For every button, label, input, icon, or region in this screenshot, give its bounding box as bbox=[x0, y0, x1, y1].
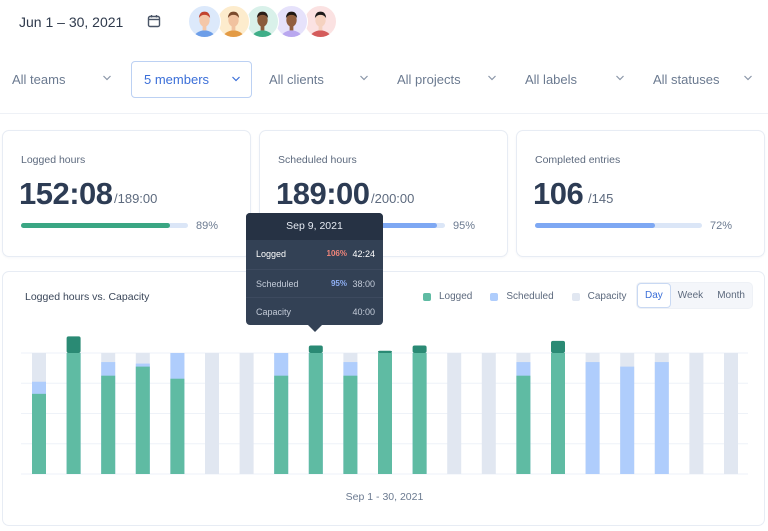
tooltip-row-value: 42:24 bbox=[352, 249, 375, 259]
progress-bar bbox=[535, 223, 702, 228]
filter-label: 5 members bbox=[144, 72, 210, 87]
capacity-bar[interactable] bbox=[205, 353, 219, 474]
stat-label: Completed entries bbox=[535, 154, 621, 166]
logged-bar[interactable] bbox=[135, 366, 150, 474]
chevron-down-icon bbox=[232, 76, 240, 82]
capacity-bar[interactable] bbox=[447, 353, 462, 474]
logged-bar[interactable] bbox=[66, 353, 81, 474]
tooltip-row: Capacity 40:00 bbox=[246, 297, 383, 326]
avatar-illustration-icon bbox=[252, 11, 273, 37]
logged-overtime-bar[interactable] bbox=[308, 345, 323, 353]
logged-bar[interactable] bbox=[516, 375, 531, 474]
logged-bar[interactable] bbox=[551, 353, 565, 474]
filter-dropdown[interactable]: All projects bbox=[385, 61, 507, 98]
date-range[interactable]: Jun 1 – 30, 2021 bbox=[19, 14, 123, 30]
avatar-illustration-icon bbox=[281, 11, 302, 37]
stat-percent: 72% bbox=[710, 220, 733, 232]
filter-dropdown[interactable]: All teams bbox=[0, 61, 122, 98]
avatar-illustration-icon bbox=[310, 11, 331, 37]
capacity-bar[interactable] bbox=[239, 353, 254, 474]
member-avatars bbox=[188, 5, 337, 39]
progress-bar bbox=[21, 223, 188, 228]
filter-label: All clients bbox=[269, 72, 324, 87]
avatar[interactable] bbox=[304, 5, 337, 38]
top-bar: Jun 1 – 30, 2021 bbox=[0, 0, 768, 46]
capacity-bar[interactable] bbox=[689, 353, 704, 474]
stat-label: Logged hours bbox=[21, 154, 86, 166]
avatar[interactable] bbox=[246, 5, 279, 38]
progress-fill bbox=[21, 223, 170, 228]
scheduled-bar[interactable] bbox=[585, 362, 600, 474]
filter-label: All statuses bbox=[653, 72, 720, 87]
divider bbox=[0, 113, 768, 114]
avatar-illustration-icon bbox=[223, 11, 244, 37]
stat-total: /145 bbox=[588, 191, 614, 206]
chevron-down-icon bbox=[103, 75, 111, 81]
stat-label: Scheduled hours bbox=[278, 154, 357, 166]
logged-bar[interactable] bbox=[378, 353, 392, 474]
filter-bar: All teams 5 members All clients All proj… bbox=[0, 60, 768, 100]
chart-x-label: Sep 1 - 30, 2021 bbox=[345, 491, 424, 503]
logged-overtime-bar[interactable] bbox=[551, 340, 565, 353]
tooltip-row-percent: 95% bbox=[330, 278, 347, 288]
logged-bar[interactable] bbox=[101, 375, 116, 474]
bar-chart bbox=[21, 336, 748, 475]
logged-bar[interactable] bbox=[308, 353, 323, 474]
stat-percent: 89% bbox=[196, 220, 219, 232]
tooltip-row-label: Logged bbox=[256, 249, 287, 259]
logged-vs-capacity-card: Logged hours vs. Capacity Logged Schedule… bbox=[2, 271, 765, 526]
logged-bar[interactable] bbox=[343, 375, 358, 474]
chevron-down-icon bbox=[744, 75, 752, 81]
tooltip-row: Scheduled 95% 38:00 bbox=[246, 268, 383, 298]
avatar[interactable] bbox=[188, 5, 221, 38]
stat-value: 152:08 bbox=[19, 176, 113, 211]
logged-overtime-bar[interactable] bbox=[378, 350, 392, 353]
chevron-down-icon bbox=[360, 75, 368, 81]
logged-overtime-bar[interactable] bbox=[66, 336, 81, 353]
logged-bar[interactable] bbox=[170, 378, 185, 474]
filter-label: All teams bbox=[12, 72, 66, 87]
stat-total: /200:00 bbox=[371, 191, 415, 206]
chevron-down-icon bbox=[616, 75, 624, 81]
tooltip-row-value: 38:00 bbox=[352, 278, 375, 289]
stat-percent: 95% bbox=[453, 220, 476, 232]
tooltip-arrow bbox=[308, 325, 322, 332]
stat-total: /189:00 bbox=[114, 191, 158, 206]
chart-tooltip: Sep 9, 2021 Logged 106% 42:24 Scheduled 9… bbox=[246, 213, 383, 332]
avatar[interactable] bbox=[275, 5, 308, 38]
avatar-illustration-icon bbox=[194, 11, 215, 37]
tooltip-row: Logged 106% 42:24 bbox=[246, 240, 383, 269]
filter-dropdown[interactable]: All labels bbox=[513, 61, 635, 98]
stat-card: Logged hours 152:08 /189:00 89% bbox=[2, 130, 251, 257]
filter-label: All labels bbox=[525, 72, 578, 87]
tooltip-row-label: Capacity bbox=[256, 307, 292, 317]
tooltip-row-label: Scheduled bbox=[256, 278, 299, 289]
stat-card: Completed entries 106 /145 72% bbox=[516, 130, 765, 257]
filter-dropdown[interactable]: All statuses bbox=[641, 61, 763, 98]
stat-value: 106 bbox=[533, 176, 584, 211]
tooltip-row-percent: 106% bbox=[326, 249, 347, 258]
scheduled-bar[interactable] bbox=[620, 366, 635, 474]
logged-bar[interactable] bbox=[412, 353, 427, 474]
logged-bar[interactable] bbox=[274, 375, 289, 474]
logged-overtime-bar[interactable] bbox=[412, 345, 427, 353]
calendar-icon[interactable] bbox=[147, 14, 161, 28]
tooltip-row-value: 40:00 bbox=[352, 307, 375, 317]
filter-dropdown[interactable]: 5 members bbox=[131, 61, 252, 98]
progress-fill bbox=[535, 223, 656, 228]
capacity-bar[interactable] bbox=[481, 353, 496, 474]
logged-bar[interactable] bbox=[32, 393, 46, 474]
avatar[interactable] bbox=[217, 5, 250, 38]
chevron-down-icon bbox=[488, 75, 496, 81]
capacity-bar[interactable] bbox=[724, 353, 738, 474]
filter-dropdown[interactable]: All clients bbox=[257, 61, 379, 98]
scheduled-bar[interactable] bbox=[654, 362, 669, 474]
filter-label: All projects bbox=[397, 72, 461, 87]
tooltip-date: Sep 9, 2021 bbox=[246, 213, 383, 240]
stat-value: 189:00 bbox=[276, 176, 370, 211]
